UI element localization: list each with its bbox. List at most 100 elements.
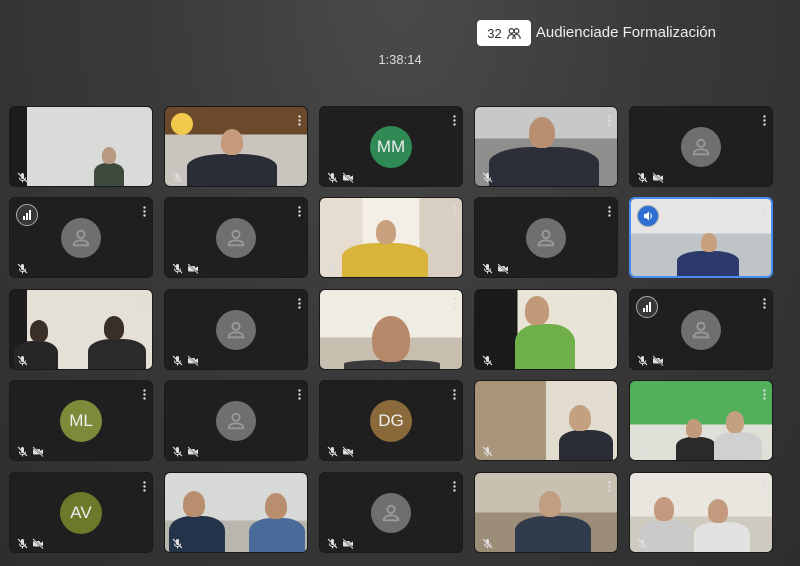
- mic-off-icon: [482, 170, 493, 183]
- participant-tile[interactable]: [629, 197, 773, 278]
- camera-off-icon: [342, 170, 354, 184]
- more-options-icon[interactable]: [143, 204, 146, 217]
- camera-off-icon: [187, 353, 199, 367]
- more-options-icon[interactable]: [608, 479, 611, 492]
- participant-tile[interactable]: ML: [9, 380, 153, 461]
- mic-off-icon: [17, 353, 28, 366]
- mic-off-icon: [172, 444, 183, 457]
- participant-tile[interactable]: [9, 106, 153, 187]
- default-avatar-icon: [216, 217, 256, 258]
- participant-head: [30, 320, 48, 342]
- mic-off-icon: [637, 444, 648, 457]
- participant-tile[interactable]: [629, 106, 773, 187]
- more-options-icon[interactable]: [608, 296, 611, 309]
- speaking-indicator-icon: [171, 113, 193, 135]
- participants-button[interactable]: 32: [477, 20, 531, 46]
- more-options-icon[interactable]: [143, 113, 146, 126]
- more-options-icon[interactable]: [298, 296, 301, 309]
- camera-off-icon: [187, 261, 199, 275]
- participant-body: [677, 251, 739, 276]
- participant-tile[interactable]: [474, 380, 618, 461]
- more-options-icon[interactable]: [453, 387, 456, 400]
- participant-tile[interactable]: [164, 472, 308, 553]
- camera-off-icon: [497, 261, 509, 275]
- participant-tile[interactable]: [319, 197, 463, 278]
- participant-body: [676, 437, 716, 460]
- participant-head: [708, 499, 728, 523]
- mic-off-icon: [482, 261, 493, 274]
- participant-tile[interactable]: [319, 289, 463, 370]
- participant-tile[interactable]: [319, 472, 463, 553]
- camera-off-icon: [342, 536, 354, 550]
- more-options-icon[interactable]: [453, 296, 456, 309]
- camera-off-icon: [652, 170, 664, 184]
- participant-head: [525, 296, 549, 325]
- participant-tile[interactable]: DG: [319, 380, 463, 461]
- initials-avatar: AV: [60, 491, 102, 534]
- participant-tile[interactable]: [9, 289, 153, 370]
- video-feed: [10, 107, 152, 186]
- participant-body: [94, 163, 124, 186]
- mic-off-icon: [482, 444, 493, 457]
- mic-off-icon: [172, 353, 183, 366]
- more-options-icon[interactable]: [763, 113, 766, 126]
- mic-off-icon: [17, 444, 28, 457]
- more-options-icon[interactable]: [453, 479, 456, 492]
- participant-tile[interactable]: [9, 197, 153, 278]
- participant-head: [654, 497, 674, 521]
- participant-head: [372, 316, 410, 362]
- audio-level-icon: [636, 296, 658, 318]
- more-options-icon[interactable]: [298, 113, 301, 126]
- participant-tile[interactable]: [474, 472, 618, 553]
- more-options-icon[interactable]: [608, 113, 611, 126]
- camera-off-icon: [187, 444, 199, 458]
- default-avatar-icon: [681, 126, 721, 167]
- more-options-icon[interactable]: [298, 387, 301, 400]
- audio-level-icon: [16, 204, 38, 226]
- participant-tile[interactable]: [629, 289, 773, 370]
- participant-tile[interactable]: [164, 380, 308, 461]
- participant-tile[interactable]: MM: [319, 106, 463, 187]
- more-options-icon[interactable]: [763, 296, 766, 309]
- more-options-icon[interactable]: [298, 479, 301, 492]
- mic-off-icon: [172, 261, 183, 274]
- presenting-icon: [637, 205, 659, 227]
- participant-head: [376, 220, 396, 244]
- mic-off-icon: [482, 353, 493, 366]
- more-options-icon[interactable]: [763, 479, 766, 492]
- more-options-icon[interactable]: [453, 204, 456, 217]
- camera-off-icon: [652, 353, 664, 367]
- participant-tile[interactable]: [474, 106, 618, 187]
- more-options-icon[interactable]: [453, 113, 456, 126]
- participant-tile[interactable]: [629, 380, 773, 461]
- initials-avatar: MM: [370, 125, 412, 168]
- more-options-icon[interactable]: [143, 479, 146, 492]
- default-avatar-icon: [216, 309, 256, 350]
- more-options-icon[interactable]: [298, 204, 301, 217]
- participant-head: [265, 493, 287, 520]
- mic-off-icon: [637, 536, 648, 549]
- initials-avatar: ML: [60, 399, 102, 442]
- participant-tile[interactable]: [164, 197, 308, 278]
- participant-head: [221, 129, 243, 156]
- participant-tile[interactable]: [474, 289, 618, 370]
- participant-body: [249, 518, 305, 552]
- participant-tile[interactable]: AV: [9, 472, 153, 553]
- more-options-icon[interactable]: [608, 387, 611, 400]
- default-avatar-icon: [216, 400, 256, 441]
- default-avatar-icon: [526, 217, 566, 258]
- more-options-icon[interactable]: [608, 204, 611, 217]
- more-options-icon[interactable]: [143, 296, 146, 309]
- more-options-icon[interactable]: [762, 205, 765, 218]
- participant-head: [701, 233, 717, 253]
- default-avatar-icon: [681, 309, 721, 350]
- participant-tile[interactable]: [164, 289, 308, 370]
- participant-tile[interactable]: [164, 106, 308, 187]
- mic-off-icon: [17, 261, 28, 274]
- mic-off-icon: [172, 536, 183, 549]
- participant-tile[interactable]: [474, 197, 618, 278]
- participant-tile[interactable]: [629, 472, 773, 553]
- more-options-icon[interactable]: [143, 387, 146, 400]
- meeting-header: Audienciade Formalización 32 1:38:14: [0, 18, 800, 74]
- more-options-icon[interactable]: [763, 387, 766, 400]
